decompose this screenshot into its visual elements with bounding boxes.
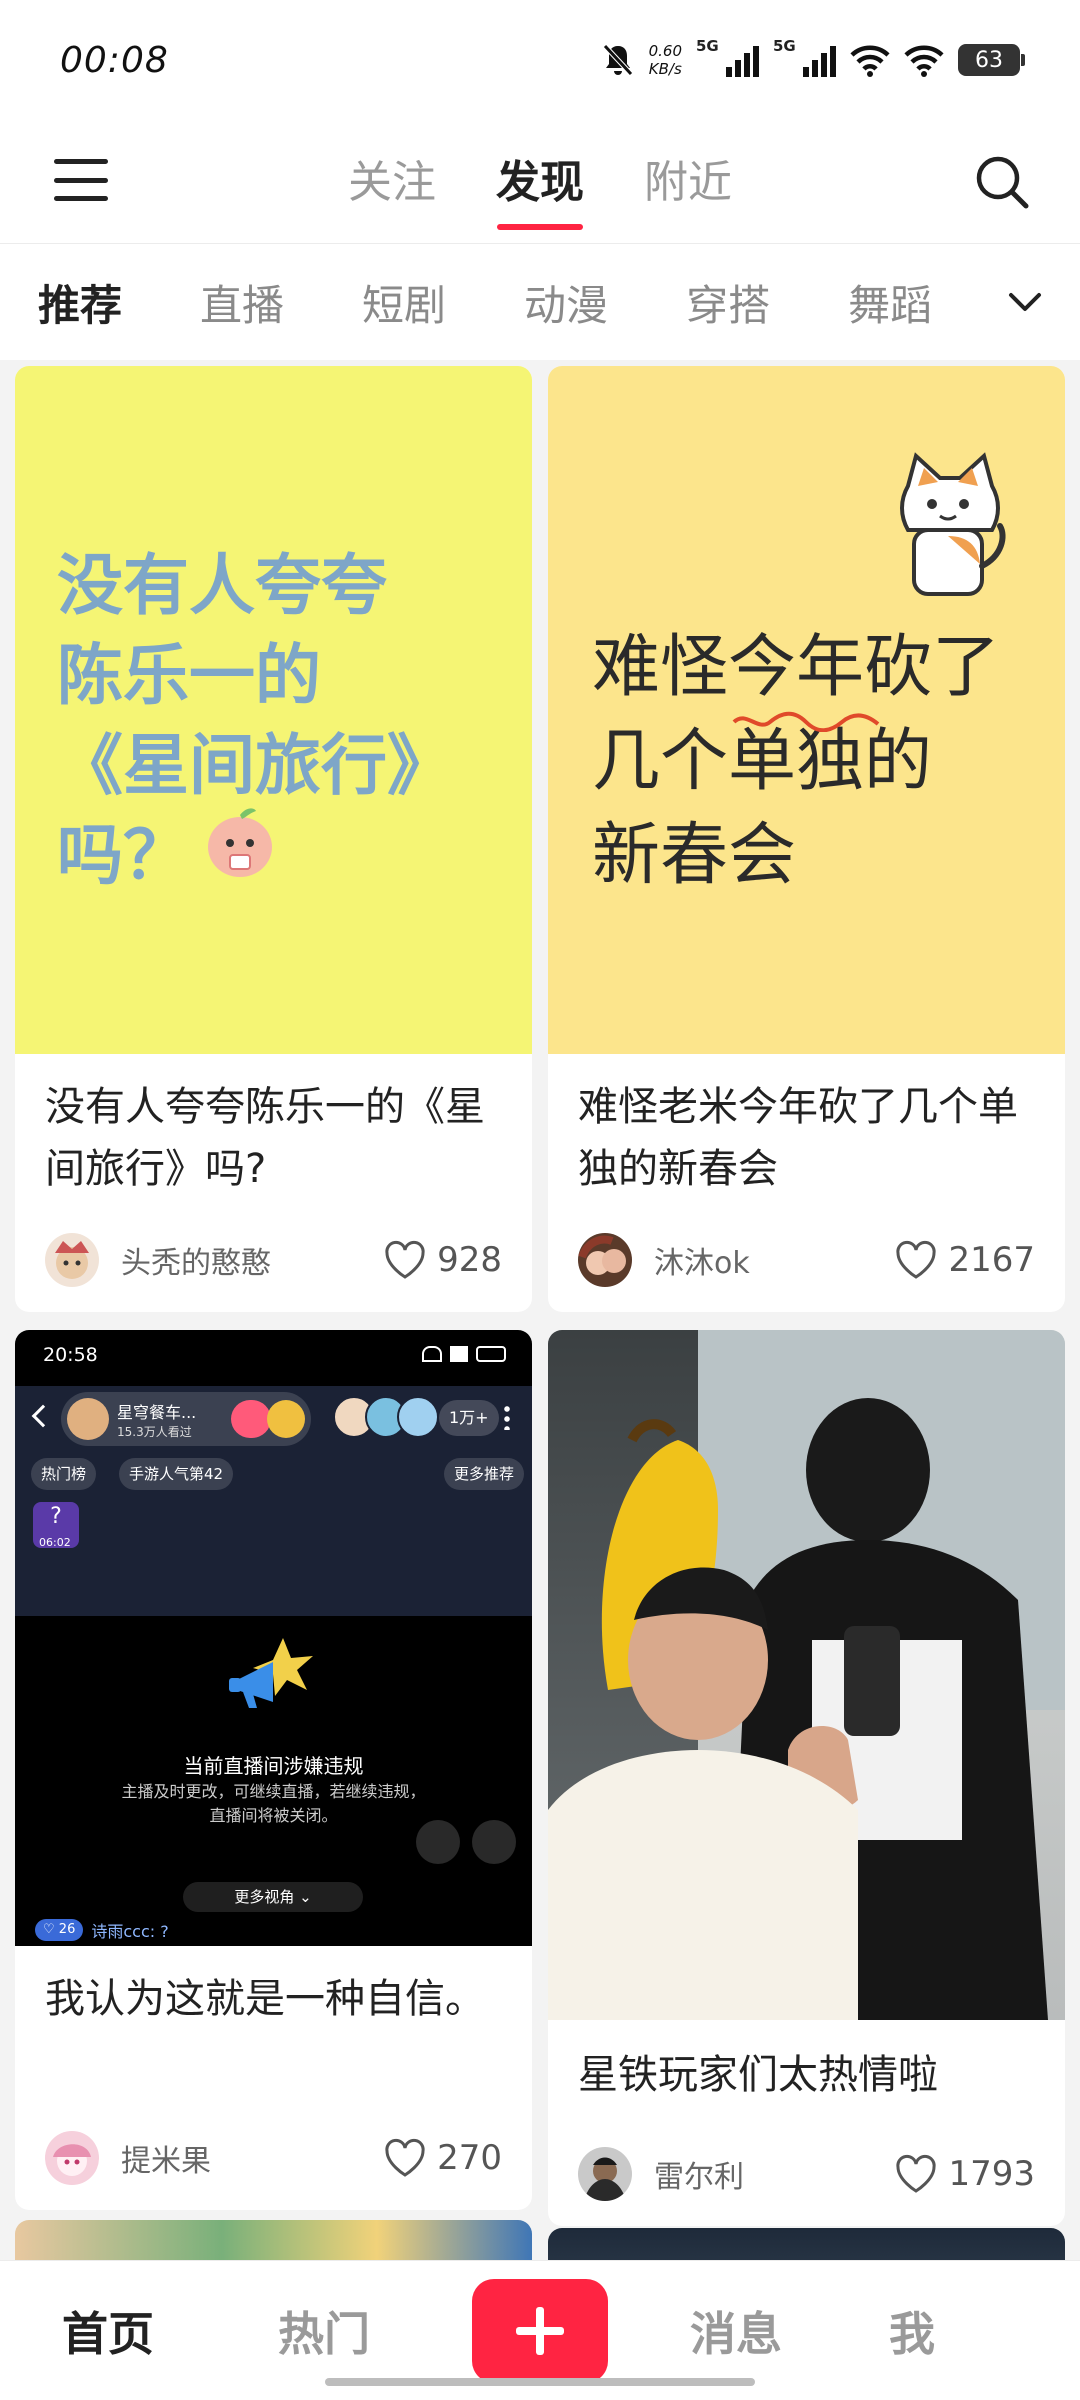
chevron-down-icon [1009, 293, 1041, 311]
like-count: 2167 [948, 1240, 1035, 1280]
feed-card[interactable] [548, 2228, 1065, 2260]
like-button[interactable]: 1793 [894, 2154, 1035, 2194]
follow-badge-icon [267, 1400, 305, 1438]
signal-5g-icon: 5G [696, 37, 759, 77]
cover-text: 难怪今年砍了 几个单独的 新春会 [592, 628, 1001, 895]
avatar[interactable] [578, 1233, 632, 1287]
card-cover-image: 20:58 星穹餐车... 15.3万人看过 1万+ 热门榜 手游人气第42 更… [15, 1330, 532, 1946]
card-title: 我认为这就是一种自信。 [45, 1976, 485, 2022]
user-level-badge: ♡ 26 [35, 1919, 84, 1941]
category-expand-button[interactable] [970, 244, 1080, 360]
violation-message: 主播及时更改，可继续直播，若继续违规，直播间将被关闭。 [121, 1782, 426, 1825]
feed-card[interactable]: 黑 星铁玩家们太热情啦 雷尔利 1793 [548, 1330, 1065, 2226]
author-name[interactable]: 提米果 [121, 2136, 211, 2180]
nav-hot[interactable]: 热门 [216, 2298, 432, 2364]
feed-card[interactable]: 难怪今年砍了 几个单独的 新春会 难怪老米今年砍了几个单独的新春会 沐沐ok 2… [548, 366, 1065, 1312]
bottom-nav: 首页 热门 消息 我 [0, 2260, 1080, 2400]
like-count: 928 [437, 1240, 502, 1280]
status-icons: 0.60 KB/s 5G 5G 63 [601, 37, 1025, 78]
author-name[interactable]: 头秃的憨憨 [121, 1238, 271, 1282]
card-title: 没有人夸夸陈乐一的《星间旅行》吗? [45, 1084, 485, 1192]
comment-row: ♡ 26 诗雨ccc: ? [35, 1918, 169, 1942]
red-underline [732, 711, 880, 732]
card-footer: 头秃的憨憨 928 [15, 1232, 532, 1288]
megaphone-icon [229, 1638, 313, 1708]
category-live[interactable]: 直播 [200, 272, 284, 333]
wifi-icon [850, 45, 890, 77]
feed-grid: 没有人夸夸 陈乐一的 《星间旅行》 吗？ 没有人夸夸陈乐一的《星间旅行》吗? 头… [0, 360, 1080, 2260]
screenshot-status-time: 20:58 [43, 1344, 98, 1366]
wifi-icon-2 [904, 45, 944, 77]
rotate-screen-icon [472, 1820, 516, 1864]
card-cover-image: 难怪今年砍了 几个单独的 新春会 [548, 366, 1065, 1054]
category-dance[interactable]: 舞蹈 [848, 272, 932, 333]
tab-discover[interactable]: 发现 [496, 146, 584, 230]
card-cover-image: 没有人夸夸 陈乐一的 《星间旅行》 吗？ [15, 366, 532, 1054]
status-time: 00:08 [60, 39, 169, 81]
avatar [67, 1398, 109, 1440]
cat-sticker-icon [900, 452, 1006, 596]
violation-title: 当前直播间涉嫌违规 [183, 1754, 364, 1778]
nav-messages[interactable]: 消息 [648, 2298, 824, 2364]
category-outfit[interactable]: 穿搭 [686, 272, 770, 333]
feed-card[interactable]: 20:58 星穹餐车... 15.3万人看过 1万+ 热门榜 手游人气第42 更… [15, 1330, 532, 2210]
signal-5g-icon-2: 5G [773, 37, 836, 77]
card-title: 星铁玩家们太热情啦 [578, 2052, 938, 2098]
publish-button[interactable] [472, 2278, 608, 2383]
like-count: 1793 [948, 2154, 1035, 2194]
more-views-bar: 更多视角 ⌄ [183, 1882, 363, 1912]
heart-icon [896, 2154, 937, 2193]
card-cover-image: 黑 [548, 1330, 1065, 2020]
countdown-timer: 06:02 [39, 1536, 71, 1549]
author-name[interactable]: 沐沐ok [654, 1238, 750, 1282]
author-name[interactable]: 雷尔利 [654, 2152, 744, 2196]
network-speed: 0.60 KB/s [648, 42, 682, 78]
tab-following[interactable]: 关注 [348, 146, 436, 230]
viewer-avatars [333, 1396, 439, 1438]
plus-icon [516, 2306, 564, 2355]
search-icon[interactable] [974, 154, 1030, 210]
screenshot-status-icons [416, 1346, 506, 1364]
mute-bell-icon [602, 44, 633, 76]
avatar[interactable] [45, 2131, 99, 2185]
rank-tag: 手游人气第42 [119, 1458, 234, 1490]
feed-card[interactable]: 没有人夸夸 陈乐一的 《星间旅行》 吗？ 没有人夸夸陈乐一的《星间旅行》吗? 头… [15, 366, 532, 1312]
like-button[interactable]: 928 [383, 1240, 502, 1280]
card-title: 难怪老米今年砍了几个单独的新春会 [578, 1084, 1018, 1192]
heart-icon [385, 2138, 425, 2177]
heart-icon [385, 1240, 425, 1279]
card-footer: 提米果 270 [15, 2130, 532, 2186]
lock-screen-icon [416, 1820, 460, 1864]
category-recommend[interactable]: 推荐 [38, 272, 122, 333]
heart-badge-icon [231, 1400, 271, 1438]
home-indicator[interactable] [325, 2378, 755, 2386]
tab-nearby[interactable]: 附近 [644, 146, 732, 230]
peach-sticker-icon [208, 808, 272, 877]
main-tabs: 关注 发现 附近 [0, 146, 1080, 230]
battery-icon: 63 [958, 44, 1025, 76]
room-info-pill: 星穹餐车... 15.3万人看过 [61, 1392, 311, 1446]
viewer-count-pill: 1万+ [439, 1400, 499, 1436]
heart-icon [896, 1240, 937, 1279]
status-bar: 00:08 0.60 KB/s 5G 5G 63 [0, 0, 1080, 120]
feed-card[interactable] [15, 2220, 532, 2260]
like-count: 270 [437, 2138, 502, 2178]
card-footer: 雷尔利 1793 [548, 2146, 1065, 2202]
nav-home[interactable]: 首页 [0, 2298, 216, 2364]
avatar[interactable] [45, 1233, 99, 1287]
category-anime[interactable]: 动漫 [524, 272, 608, 333]
like-button[interactable]: 2167 [894, 1240, 1035, 1280]
avatar[interactable] [578, 2147, 632, 2201]
category-short-drama[interactable]: 短剧 [362, 272, 446, 333]
nav-me[interactable]: 我 [824, 2298, 1000, 2364]
more-recommend-tag: 更多推荐 [443, 1458, 524, 1490]
card-footer: 沐沐ok 2167 [548, 1232, 1065, 1288]
like-button[interactable]: 270 [383, 2138, 502, 2178]
top-nav: 关注 发现 附近 [0, 120, 1080, 244]
category-row: 推荐 直播 短剧 动漫 穿搭 舞蹈 [0, 244, 1080, 360]
person-with-banana-hat [548, 1419, 858, 2020]
hot-list-tag: 热门榜 [31, 1458, 97, 1490]
more-dots-icon [504, 1404, 510, 1430]
